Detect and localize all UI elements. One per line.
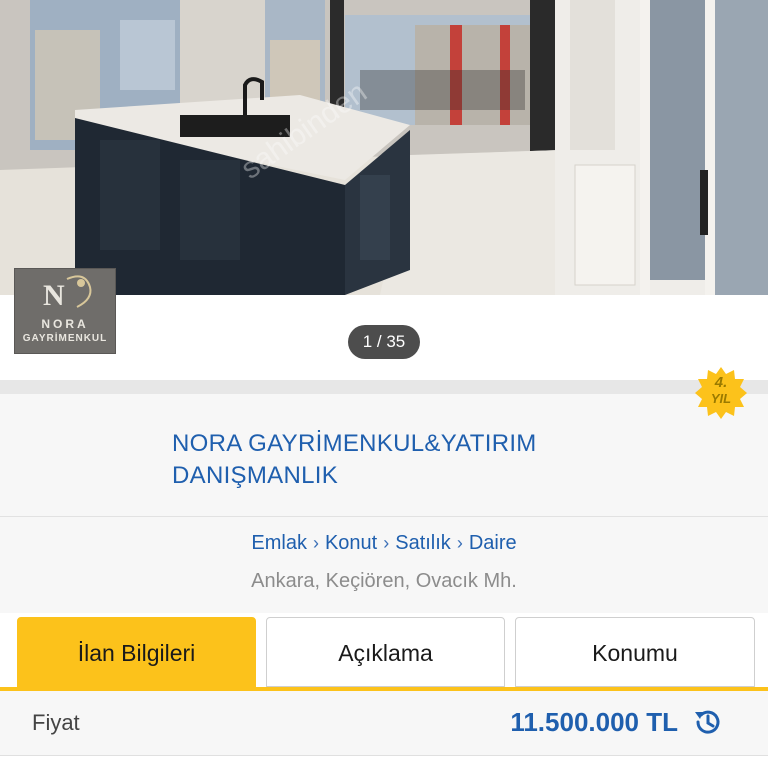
svg-text:N: N [43, 279, 65, 312]
logo-line-2: GAYRİMENKUL [22, 333, 108, 344]
breadcrumb-item[interactable]: Emlak [251, 532, 307, 555]
chevron-right-icon: › [456, 533, 463, 553]
tab-aciklama[interactable]: Açıklama [266, 617, 505, 687]
agency-logo: N NORA GAYRİMENKUL [14, 268, 116, 354]
price-value: 11.500.000 TL [510, 707, 678, 737]
tab-konumu[interactable]: Konumu [515, 617, 755, 687]
listing-location: Ankara, Keçiören, Ovacık Mh. [251, 570, 517, 592]
chevron-right-icon: › [312, 533, 319, 553]
listing-photo[interactable]: sahibinden [0, 0, 768, 295]
logo-line-1: NORA [41, 317, 89, 331]
breadcrumb-item[interactable]: Daire [469, 532, 517, 555]
history-icon[interactable] [692, 706, 724, 738]
photo-counter: 1 / 35 [348, 325, 420, 359]
badge-number: 4. [714, 374, 728, 391]
agency-logo-mark-icon: N [43, 275, 92, 312]
years-badge: 4. YIL [694, 366, 748, 420]
photo-illustration: sahibinden [0, 0, 768, 295]
price-label: Fiyat [32, 710, 80, 735]
breadcrumb-item[interactable]: Satılık [395, 532, 451, 555]
breadcrumb-item[interactable]: Konut [325, 532, 377, 555]
section-divider [0, 380, 768, 394]
tab-ilan-bilgileri[interactable]: İlan Bilgileri [17, 617, 256, 687]
store-name-link[interactable]: NORA GAYRİMENKUL&YATIRIM DANIŞMANLIK [172, 428, 642, 492]
breadcrumb: Emlak › Konut › Satılık › Daire [0, 532, 768, 555]
badge-label: YIL [710, 391, 732, 406]
chevron-right-icon: › [383, 533, 390, 553]
